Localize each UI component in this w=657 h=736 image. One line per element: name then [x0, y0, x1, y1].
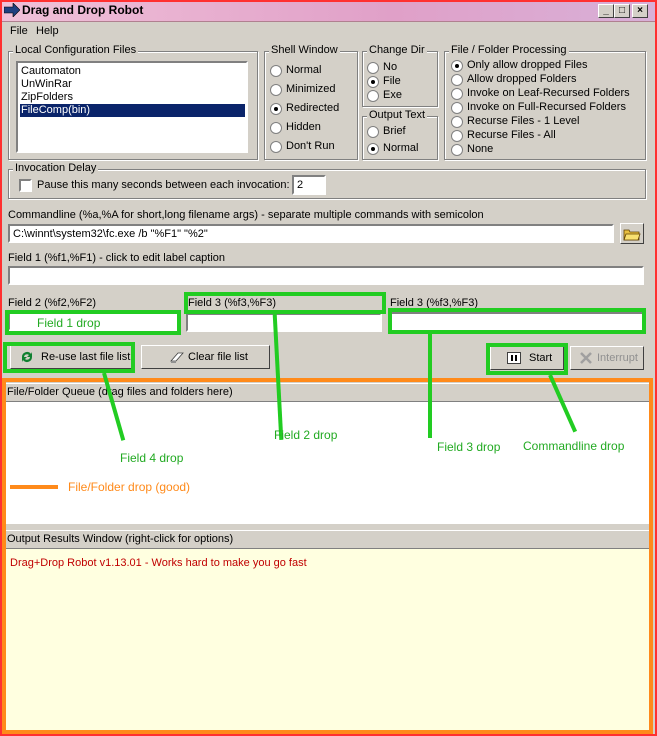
field4-drop-box — [3, 342, 135, 373]
radio-processing-full[interactable] — [451, 102, 463, 114]
config-item[interactable]: Cautomaton — [20, 65, 81, 78]
eraser-icon — [170, 351, 186, 368]
interrupt-button[interactable]: Interrupt — [570, 346, 644, 370]
radio-output-brief[interactable] — [367, 126, 379, 138]
shell-option-label: Minimized — [286, 83, 336, 95]
change-dir-label: Change Dir — [367, 44, 427, 56]
field3-drop-pointer — [428, 334, 432, 438]
radio-changedir-exe[interactable] — [367, 90, 379, 102]
browse-button[interactable] — [620, 223, 644, 244]
output-option-label: Normal — [383, 142, 419, 154]
menu-help[interactable]: Help — [36, 25, 59, 37]
radio-output-normal[interactable] — [367, 143, 379, 155]
radio-changedir-file[interactable] — [367, 76, 379, 88]
field1-label[interactable]: Field 1 (%f1,%F1) - click to edit label … — [8, 252, 225, 264]
radio-processing-recurse-all[interactable] — [451, 130, 463, 142]
field3-drop-box — [388, 308, 646, 334]
processing-option-label: Recurse Files - All — [467, 129, 556, 141]
shell-option-label: Hidden — [286, 121, 321, 133]
field2-drop-box — [184, 292, 386, 314]
field1-drop-annotation: Field 1 drop — [37, 316, 101, 330]
radio-shell-normal[interactable] — [270, 65, 282, 77]
output-text-label: Output Text — [367, 109, 428, 121]
output-option-label: Brief — [383, 125, 406, 137]
changedir-option-label: File — [383, 75, 401, 87]
commandline-input[interactable]: C:\winnt\system32\fc.exe /b "%F1" "%2" — [8, 224, 614, 243]
commandline-drop-annotation: Commandline drop — [523, 439, 625, 453]
radio-changedir-no[interactable] — [367, 62, 379, 74]
radio-shell-redirected[interactable] — [270, 103, 282, 115]
close-button[interactable]: × — [632, 4, 648, 18]
field2-label[interactable]: Field 2 (%f2,%F2) — [8, 297, 96, 309]
shell-option-label: Redirected — [286, 102, 340, 114]
config-item[interactable]: ZipFolders — [20, 91, 73, 104]
processing-group-label: File / Folder Processing — [449, 44, 569, 56]
processing-option-label: None — [467, 143, 494, 155]
radio-shell-dont-run[interactable] — [270, 141, 282, 153]
x-icon — [579, 351, 593, 368]
commandline-drop-box — [486, 343, 568, 375]
changedir-option-label: No — [383, 61, 398, 73]
interrupt-button-label: Interrupt — [597, 352, 638, 364]
processing-option-label: Recurse Files - 1 Level — [467, 115, 580, 127]
radio-shell-hidden[interactable] — [270, 122, 282, 134]
minimize-button[interactable]: _ — [598, 4, 614, 18]
config-group-label: Local Configuration Files — [13, 44, 139, 56]
radio-processing-none[interactable] — [451, 144, 463, 156]
radio-processing-recurse1[interactable] — [451, 116, 463, 128]
processing-option-label: Invoke on Leaf-Recursed Folders — [467, 87, 630, 99]
config-listbox[interactable]: Cautomaton UnWinRar ZipFolders FileComp(… — [16, 61, 248, 153]
changedir-option-label: Exe — [383, 89, 402, 101]
radio-processing-folders[interactable] — [451, 74, 463, 86]
pause-checkbox-label: Pause this many seconds between each inv… — [37, 179, 290, 191]
clear-button-label: Clear file list — [188, 351, 248, 363]
arrow-icon — [3, 2, 21, 18]
field1-input[interactable] — [8, 266, 644, 285]
processing-option-label: Only allow dropped Files — [467, 59, 588, 71]
processing-option-label: Allow dropped Folders — [467, 73, 577, 85]
commandline-label: Commandline (%a,%A for short,long filena… — [8, 209, 484, 221]
clear-file-list-button[interactable]: Clear file list — [141, 345, 270, 369]
radio-shell-minimized[interactable] — [270, 84, 282, 96]
window-title: Drag and Drop Robot — [22, 3, 144, 17]
filefolder-drop-annotation: File/Folder drop (good) — [68, 480, 191, 494]
menu-file[interactable]: File — [10, 25, 28, 37]
shell-group-label: Shell Window — [269, 44, 340, 56]
shell-option-label: Normal — [286, 64, 322, 76]
delay-seconds-input[interactable]: 2 — [292, 175, 326, 195]
field2-drop-annotation: Field 2 drop — [274, 428, 338, 442]
pause-checkbox[interactable] — [19, 179, 32, 192]
folder-open-icon — [623, 229, 641, 245]
field3-drop-annotation: Field 3 drop — [437, 440, 501, 454]
config-item[interactable]: UnWinRar — [20, 78, 72, 91]
field3-input[interactable] — [186, 313, 382, 332]
shell-option-label: Don't Run — [286, 140, 335, 152]
radio-processing-leaf[interactable] — [451, 88, 463, 100]
filefolder-drop-pointer — [10, 485, 58, 489]
delay-group-label: Invocation Delay — [13, 162, 99, 174]
field4-drop-annotation: Field 4 drop — [120, 451, 184, 465]
processing-option-label: Invoke on Full-Recursed Folders — [467, 101, 626, 113]
radio-processing-files[interactable] — [451, 60, 463, 72]
maximize-button[interactable]: □ — [614, 4, 630, 18]
config-item-selected[interactable]: FileComp(bin) — [20, 104, 245, 117]
menu-bar: File Help — [2, 23, 655, 41]
